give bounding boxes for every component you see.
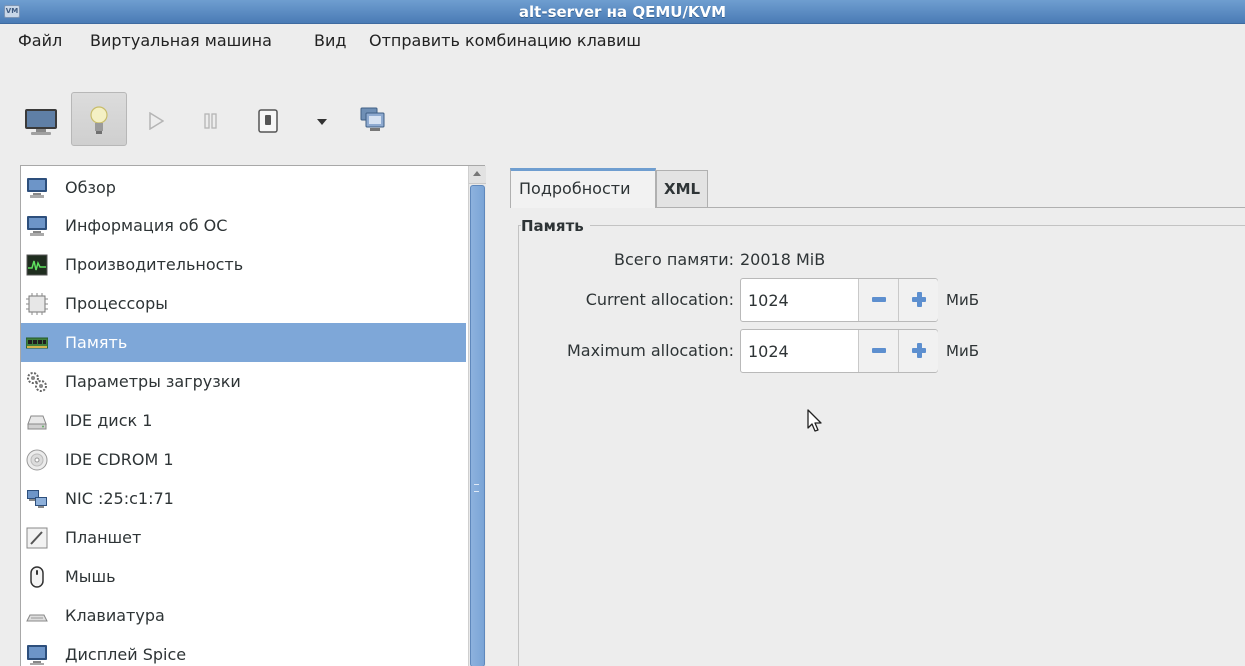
sidebar-item-ide-cdrom[interactable]: IDE CDROM 1 xyxy=(21,440,466,479)
tab-xml[interactable]: XML xyxy=(656,170,708,207)
sidebar-item-label: Память xyxy=(65,333,128,352)
lightbulb-icon xyxy=(90,106,108,134)
sidebar-item-nic[interactable]: NIC :25:c1:71 xyxy=(21,479,466,518)
sidebar-item-label: Обзор xyxy=(65,178,116,197)
mouse-icon xyxy=(30,566,44,588)
current-allocation-spinbox[interactable] xyxy=(740,278,938,322)
scroll-up-button[interactable] xyxy=(469,166,486,184)
tab-xml-label: XML xyxy=(664,180,701,198)
cpu-chip-icon xyxy=(26,293,48,315)
sidebar-item-processors[interactable]: Процессоры xyxy=(21,284,466,323)
total-memory-label: Всего памяти: xyxy=(614,250,734,269)
sidebar-item-label: Процессоры xyxy=(65,294,168,313)
tab-details-label: Подробности xyxy=(519,179,631,198)
sidebar-item-label: IDE диск 1 xyxy=(65,411,153,430)
hardware-list[interactable]: Обзор Информация об ОС Производительност… xyxy=(20,165,486,666)
sidebar-item-memory[interactable]: Память xyxy=(21,323,466,362)
menu-bar: Файл Виртуальная машина Вид Отправить ко… xyxy=(0,24,1245,58)
sidebar-item-label: NIC :25:c1:71 xyxy=(65,489,174,508)
tablet-icon xyxy=(26,527,48,549)
current-allocation-input[interactable] xyxy=(742,280,858,320)
sidebar-item-label: Клавиатура xyxy=(65,606,165,625)
monitor-icon[interactable] xyxy=(24,108,58,136)
title-bar[interactable]: VM alt-server на QEMU/KVM xyxy=(0,0,1245,24)
current-allocation-label: Current allocation: xyxy=(585,290,734,309)
gears-icon xyxy=(27,372,47,392)
scroll-grip-icon xyxy=(474,484,479,492)
maximum-allocation-decrement-button[interactable] xyxy=(858,330,898,372)
menu-send-key[interactable]: Отправить комбинацию клавиш xyxy=(369,24,641,58)
play-icon[interactable] xyxy=(148,112,164,130)
sidebar-item-label: Информация об ОС xyxy=(65,216,228,235)
maximum-allocation-input[interactable] xyxy=(742,331,858,371)
maximum-allocation-spinbox[interactable] xyxy=(740,329,938,373)
sidebar-item-label: Мышь xyxy=(65,567,116,586)
sidebar-item-overview[interactable]: Обзор xyxy=(21,168,466,207)
sidebar-item-label: IDE CDROM 1 xyxy=(65,450,174,469)
current-allocation-decrement-button[interactable] xyxy=(858,279,898,321)
memory-module-icon xyxy=(26,337,48,349)
hard-disk-icon xyxy=(27,415,47,430)
power-icon[interactable] xyxy=(258,109,278,133)
menu-file[interactable]: Файл xyxy=(18,24,62,58)
monitor-icon xyxy=(27,178,47,198)
toolbar xyxy=(0,82,1245,154)
window-title: alt-server на QEMU/KVM xyxy=(518,3,727,21)
sidebar-item-boot-options[interactable]: Параметры загрузки xyxy=(21,362,466,401)
sidebar-scrollbar[interactable] xyxy=(468,166,486,666)
monitor-icon xyxy=(27,216,47,236)
maximum-allocation-unit: МиБ xyxy=(946,342,979,360)
pause-icon[interactable] xyxy=(204,113,218,129)
sidebar-item-label: Параметры загрузки xyxy=(65,372,241,391)
performance-graph-icon xyxy=(26,254,48,276)
maximum-allocation-label: Maximum allocation: xyxy=(566,341,734,360)
sidebar-item-tablet[interactable]: Планшет xyxy=(21,518,466,557)
sidebar-item-mouse[interactable]: Мышь xyxy=(21,557,466,596)
sidebar-item-os-info[interactable]: Информация об ОС xyxy=(21,206,466,245)
memory-section-title: Память xyxy=(521,216,590,236)
keyboard-icon xyxy=(26,614,48,622)
current-allocation-increment-button[interactable] xyxy=(898,279,938,321)
menu-view[interactable]: Вид xyxy=(314,24,346,58)
scroll-thumb[interactable] xyxy=(470,185,485,666)
current-allocation-unit: МиБ xyxy=(946,291,979,309)
cdrom-icon xyxy=(26,449,48,471)
sidebar-item-label: Производительность xyxy=(65,255,244,274)
total-memory-value: 20018 MiB xyxy=(740,250,826,269)
mouse-pointer-icon xyxy=(807,409,822,432)
memory-frame-border xyxy=(518,225,1245,226)
network-card-icon xyxy=(27,490,47,508)
sidebar-item-label: Дисплей Spice xyxy=(65,645,187,664)
tab-details[interactable]: Подробности xyxy=(510,168,656,208)
sidebar-item-keyboard[interactable]: Клавиатура xyxy=(21,596,466,635)
sidebar-item-performance[interactable]: Производительность xyxy=(21,245,466,284)
sidebar-item-display-spice[interactable]: Дисплей Spice xyxy=(21,635,466,666)
display-icon xyxy=(27,645,47,665)
sidebar-item-label: Планшет xyxy=(65,528,142,547)
snapshots-icon[interactable] xyxy=(360,106,388,134)
menu-virtual-machine[interactable]: Виртуальная машина xyxy=(90,24,272,58)
details-panel xyxy=(518,208,1245,666)
maximum-allocation-increment-button[interactable] xyxy=(898,330,938,372)
sidebar-item-ide-disk[interactable]: IDE диск 1 xyxy=(21,401,466,440)
dropdown-arrow-icon[interactable] xyxy=(316,118,328,126)
